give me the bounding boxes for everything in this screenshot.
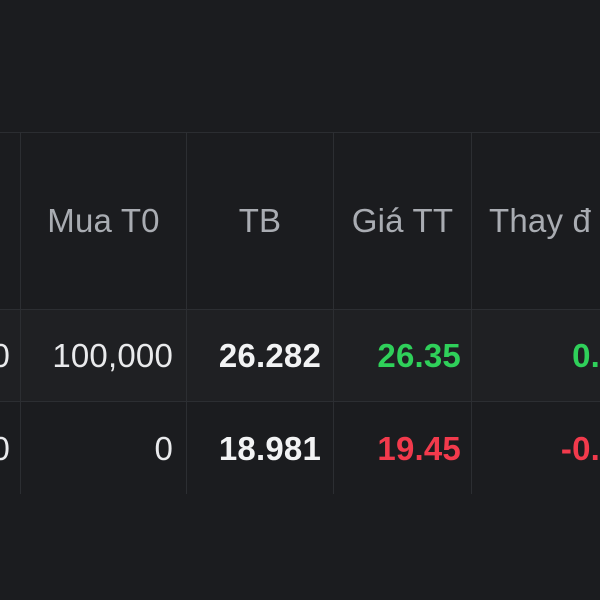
column-divider <box>333 132 334 494</box>
table-row[interactable]: 0 100,000 26.282 26.35 0. <box>0 309 600 402</box>
portfolio-page: Mua T0 TB Giá TT Thay đ 0 100,000 26.282 <box>0 0 600 600</box>
column-header-buy-t0-label: Mua T0 <box>47 202 160 239</box>
cell-prev: 0 <box>0 310 20 402</box>
cell-change: 0. <box>572 337 600 374</box>
column-divider <box>186 132 187 494</box>
cell-buy-t0: 100,000 <box>52 337 173 374</box>
column-divider <box>20 132 21 494</box>
cell-market-price: 26.35 <box>377 337 461 374</box>
column-header-prev[interactable] <box>0 133 20 309</box>
column-header-market-price-label: Giá TT <box>351 202 454 239</box>
column-header-average-price-label: TB <box>238 202 282 239</box>
cell-change: -0. <box>560 430 600 467</box>
cell-market-price: 19.45 <box>377 430 461 467</box>
cell-buy-t0: 0 <box>154 430 173 467</box>
table-row[interactable]: 0 0 18.981 19.45 -0. <box>0 401 600 495</box>
cell-prev: 0 <box>0 402 20 495</box>
cell-average-price: 26.282 <box>218 337 321 374</box>
top-empty-area <box>0 0 600 132</box>
column-header-buy-t0[interactable]: Mua T0 <box>21 133 186 309</box>
column-header-market-price[interactable]: Giá TT <box>334 133 471 309</box>
column-header-change-label: Thay đ <box>489 202 592 239</box>
column-divider <box>471 132 472 494</box>
cell-average-price: 18.981 <box>218 430 321 467</box>
column-header-average-price[interactable]: TB <box>187 133 333 309</box>
column-header-change[interactable]: Thay đ <box>472 133 600 309</box>
holdings-table: Mua T0 TB Giá TT Thay đ 0 100,000 26.282 <box>0 132 600 495</box>
table-header-row: Mua T0 TB Giá TT Thay đ <box>0 133 600 309</box>
